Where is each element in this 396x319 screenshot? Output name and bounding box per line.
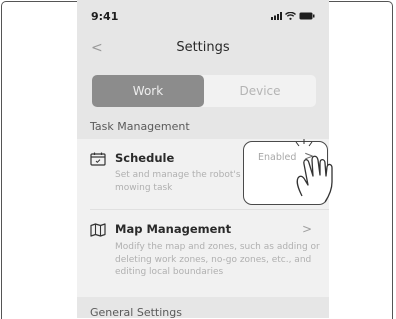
item-title-schedule: Schedule [115,151,175,165]
divider [90,209,329,210]
segmented-control: Work Device [92,75,316,107]
signal-icon [271,12,282,20]
item-desc-map-management: Modify the map and zones, such as adding… [115,242,320,277]
nav-bar: < Settings [77,36,329,62]
chevron-right-icon: > [302,222,313,236]
tab-work[interactable]: Work [92,75,204,107]
section-header-general-settings: General Settings [90,306,182,318]
status-icons [271,12,315,20]
status-time: 9:41 [91,10,119,23]
battery-icon [299,12,315,20]
wifi-icon [285,12,296,20]
calendar-icon [90,152,106,166]
status-bar: 9:41 [91,10,315,26]
map-icon [90,223,106,237]
list-item-map-management[interactable]: Map Management Modify the map and zones,… [90,222,329,292]
page-title: Settings [176,40,230,55]
item-title-map-management: Map Management [115,222,232,236]
tab-device[interactable]: Device [204,75,316,107]
section-header-task-management: Task Management [90,120,190,133]
tap-hand-icon [295,139,333,203]
